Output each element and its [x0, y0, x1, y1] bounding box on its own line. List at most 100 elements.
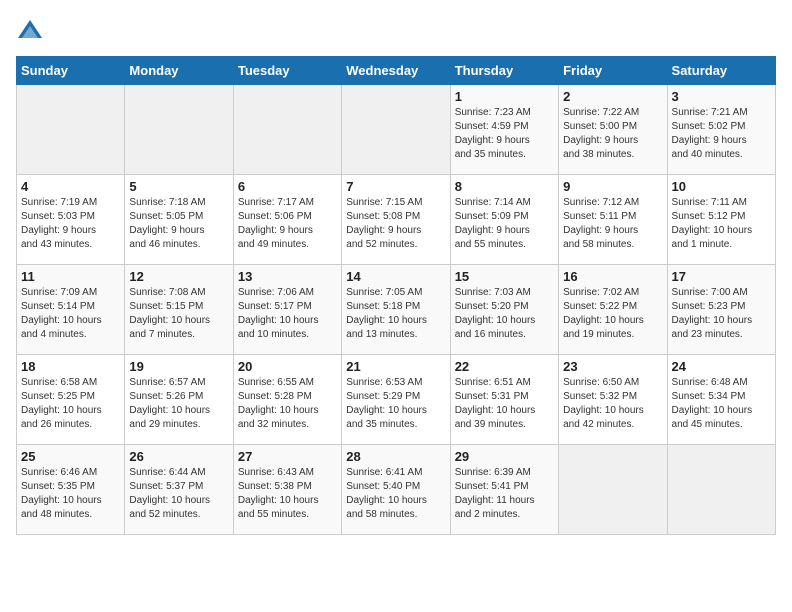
day-number: 24: [672, 359, 771, 374]
day-number: 4: [21, 179, 120, 194]
day-info: Sunrise: 7:22 AMSunset: 5:00 PMDaylight:…: [563, 106, 662, 162]
day-cell: 26 Sunrise: 6:44 AMSunset: 5:37 PMDayligh…: [125, 445, 233, 535]
day-info: Sunrise: 7:03 AMSunset: 5:20 PMDaylight:…: [455, 286, 554, 342]
day-cell: 17 Sunrise: 7:00 AMSunset: 5:23 PMDayligh…: [667, 265, 775, 355]
day-info: Sunrise: 6:53 AMSunset: 5:29 PMDaylight:…: [346, 376, 445, 432]
day-number: 21: [346, 359, 445, 374]
day-cell: 1 Sunrise: 7:23 AMSunset: 4:59 PMDaylight…: [450, 85, 558, 175]
day-cell: 11Sunrise: 7:09 AMSunset: 5:14 PMDayligh…: [17, 265, 125, 355]
day-info: Sunrise: 7:19 AMSunset: 5:03 PMDaylight:…: [21, 196, 120, 252]
day-info: Sunrise: 6:41 AMSunset: 5:40 PMDaylight:…: [346, 466, 445, 522]
day-cell: 12 Sunrise: 7:08 AMSunset: 5:15 PMDayligh…: [125, 265, 233, 355]
day-info: Sunrise: 7:15 AMSunset: 5:08 PMDaylight:…: [346, 196, 445, 252]
day-number: 10: [672, 179, 771, 194]
day-number: 15: [455, 269, 554, 284]
day-number: 9: [563, 179, 662, 194]
day-cell: 8 Sunrise: 7:14 AMSunset: 5:09 PMDaylight…: [450, 175, 558, 265]
page-header: [16, 16, 776, 44]
day-number: 26: [129, 449, 228, 464]
calendar-header: SundayMondayTuesdayWednesdayThursdayFrid…: [17, 57, 776, 85]
day-number: 20: [238, 359, 337, 374]
day-number: 13: [238, 269, 337, 284]
day-number: 1: [455, 89, 554, 104]
day-number: 29: [455, 449, 554, 464]
day-cell: [667, 445, 775, 535]
day-info: Sunrise: 6:55 AMSunset: 5:28 PMDaylight:…: [238, 376, 337, 432]
day-cell: 21 Sunrise: 6:53 AMSunset: 5:29 PMDayligh…: [342, 355, 450, 445]
day-number: 17: [672, 269, 771, 284]
day-info: Sunrise: 6:57 AMSunset: 5:26 PMDaylight:…: [129, 376, 228, 432]
week-row-5: 25 Sunrise: 6:46 AMSunset: 5:35 PMDayligh…: [17, 445, 776, 535]
day-info: Sunrise: 7:14 AMSunset: 5:09 PMDaylight:…: [455, 196, 554, 252]
day-info: Sunrise: 7:00 AMSunset: 5:23 PMDaylight:…: [672, 286, 771, 342]
day-info: Sunrise: 6:43 AMSunset: 5:38 PMDaylight:…: [238, 466, 337, 522]
calendar-table: SundayMondayTuesdayWednesdayThursdayFrid…: [16, 56, 776, 535]
week-row-4: 18 Sunrise: 6:58 AMSunset: 5:25 PMDayligh…: [17, 355, 776, 445]
day-cell: 25 Sunrise: 6:46 AMSunset: 5:35 PMDayligh…: [17, 445, 125, 535]
day-number: 27: [238, 449, 337, 464]
day-info: Sunrise: 6:50 AMSunset: 5:32 PMDaylight:…: [563, 376, 662, 432]
day-number: 19: [129, 359, 228, 374]
day-info: Sunrise: 7:02 AMSunset: 5:22 PMDaylight:…: [563, 286, 662, 342]
weekday-header-thursday: Thursday: [450, 57, 558, 85]
weekday-row: SundayMondayTuesdayWednesdayThursdayFrid…: [17, 57, 776, 85]
day-info: Sunrise: 6:51 AMSunset: 5:31 PMDaylight:…: [455, 376, 554, 432]
day-cell: 19 Sunrise: 6:57 AMSunset: 5:26 PMDayligh…: [125, 355, 233, 445]
day-cell: 20 Sunrise: 6:55 AMSunset: 5:28 PMDayligh…: [233, 355, 341, 445]
day-info: Sunrise: 6:58 AMSunset: 5:25 PMDaylight:…: [21, 376, 120, 432]
day-number: 6: [238, 179, 337, 194]
day-cell: 28 Sunrise: 6:41 AMSunset: 5:40 PMDayligh…: [342, 445, 450, 535]
day-number: 12: [129, 269, 228, 284]
day-cell: [233, 85, 341, 175]
day-info: Sunrise: 7:12 AMSunset: 5:11 PMDaylight:…: [563, 196, 662, 252]
week-row-1: 1 Sunrise: 7:23 AMSunset: 4:59 PMDaylight…: [17, 85, 776, 175]
day-cell: 27 Sunrise: 6:43 AMSunset: 5:38 PMDayligh…: [233, 445, 341, 535]
day-cell: 3Sunrise: 7:21 AMSunset: 5:02 PMDaylight…: [667, 85, 775, 175]
weekday-header-tuesday: Tuesday: [233, 57, 341, 85]
weekday-header-sunday: Sunday: [17, 57, 125, 85]
day-cell: 10 Sunrise: 7:11 AMSunset: 5:12 PMDayligh…: [667, 175, 775, 265]
day-cell: [17, 85, 125, 175]
day-number: 25: [21, 449, 120, 464]
day-cell: 16 Sunrise: 7:02 AMSunset: 5:22 PMDayligh…: [559, 265, 667, 355]
logo-icon: [16, 16, 44, 44]
day-cell: 9 Sunrise: 7:12 AMSunset: 5:11 PMDaylight…: [559, 175, 667, 265]
weekday-header-wednesday: Wednesday: [342, 57, 450, 85]
day-cell: 13 Sunrise: 7:06 AMSunset: 5:17 PMDayligh…: [233, 265, 341, 355]
weekday-header-monday: Monday: [125, 57, 233, 85]
week-row-3: 11Sunrise: 7:09 AMSunset: 5:14 PMDayligh…: [17, 265, 776, 355]
day-number: 28: [346, 449, 445, 464]
day-info: Sunrise: 6:44 AMSunset: 5:37 PMDaylight:…: [129, 466, 228, 522]
day-cell: 5 Sunrise: 7:18 AMSunset: 5:05 PMDaylight…: [125, 175, 233, 265]
day-number: 11: [21, 269, 120, 284]
day-info: Sunrise: 7:21 AMSunset: 5:02 PMDaylight:…: [672, 106, 771, 162]
day-info: Sunrise: 7:06 AMSunset: 5:17 PMDaylight:…: [238, 286, 337, 342]
day-cell: 2Sunrise: 7:22 AMSunset: 5:00 PMDaylight…: [559, 85, 667, 175]
day-cell: 4 Sunrise: 7:19 AMSunset: 5:03 PMDaylight…: [17, 175, 125, 265]
day-info: Sunrise: 7:05 AMSunset: 5:18 PMDaylight:…: [346, 286, 445, 342]
weekday-header-saturday: Saturday: [667, 57, 775, 85]
day-info: Sunrise: 7:23 AMSunset: 4:59 PMDaylight:…: [455, 106, 554, 162]
calendar-body: 1 Sunrise: 7:23 AMSunset: 4:59 PMDaylight…: [17, 85, 776, 535]
day-number: 5: [129, 179, 228, 194]
day-number: 18: [21, 359, 120, 374]
day-cell: [342, 85, 450, 175]
day-cell: [559, 445, 667, 535]
day-cell: 14Sunrise: 7:05 AMSunset: 5:18 PMDayligh…: [342, 265, 450, 355]
day-info: Sunrise: 7:08 AMSunset: 5:15 PMDaylight:…: [129, 286, 228, 342]
day-info: Sunrise: 7:11 AMSunset: 5:12 PMDaylight:…: [672, 196, 771, 252]
day-number: 8: [455, 179, 554, 194]
day-info: Sunrise: 6:46 AMSunset: 5:35 PMDaylight:…: [21, 466, 120, 522]
day-info: Sunrise: 6:39 AMSunset: 5:41 PMDaylight:…: [455, 466, 554, 522]
day-cell: 15 Sunrise: 7:03 AMSunset: 5:20 PMDayligh…: [450, 265, 558, 355]
day-number: 7: [346, 179, 445, 194]
day-cell: 22 Sunrise: 6:51 AMSunset: 5:31 PMDayligh…: [450, 355, 558, 445]
day-cell: 29 Sunrise: 6:39 AMSunset: 5:41 PMDayligh…: [450, 445, 558, 535]
day-number: 23: [563, 359, 662, 374]
day-cell: 24Sunrise: 6:48 AMSunset: 5:34 PMDayligh…: [667, 355, 775, 445]
week-row-2: 4 Sunrise: 7:19 AMSunset: 5:03 PMDaylight…: [17, 175, 776, 265]
day-number: 16: [563, 269, 662, 284]
day-cell: [125, 85, 233, 175]
day-info: Sunrise: 7:18 AMSunset: 5:05 PMDaylight:…: [129, 196, 228, 252]
day-number: 22: [455, 359, 554, 374]
